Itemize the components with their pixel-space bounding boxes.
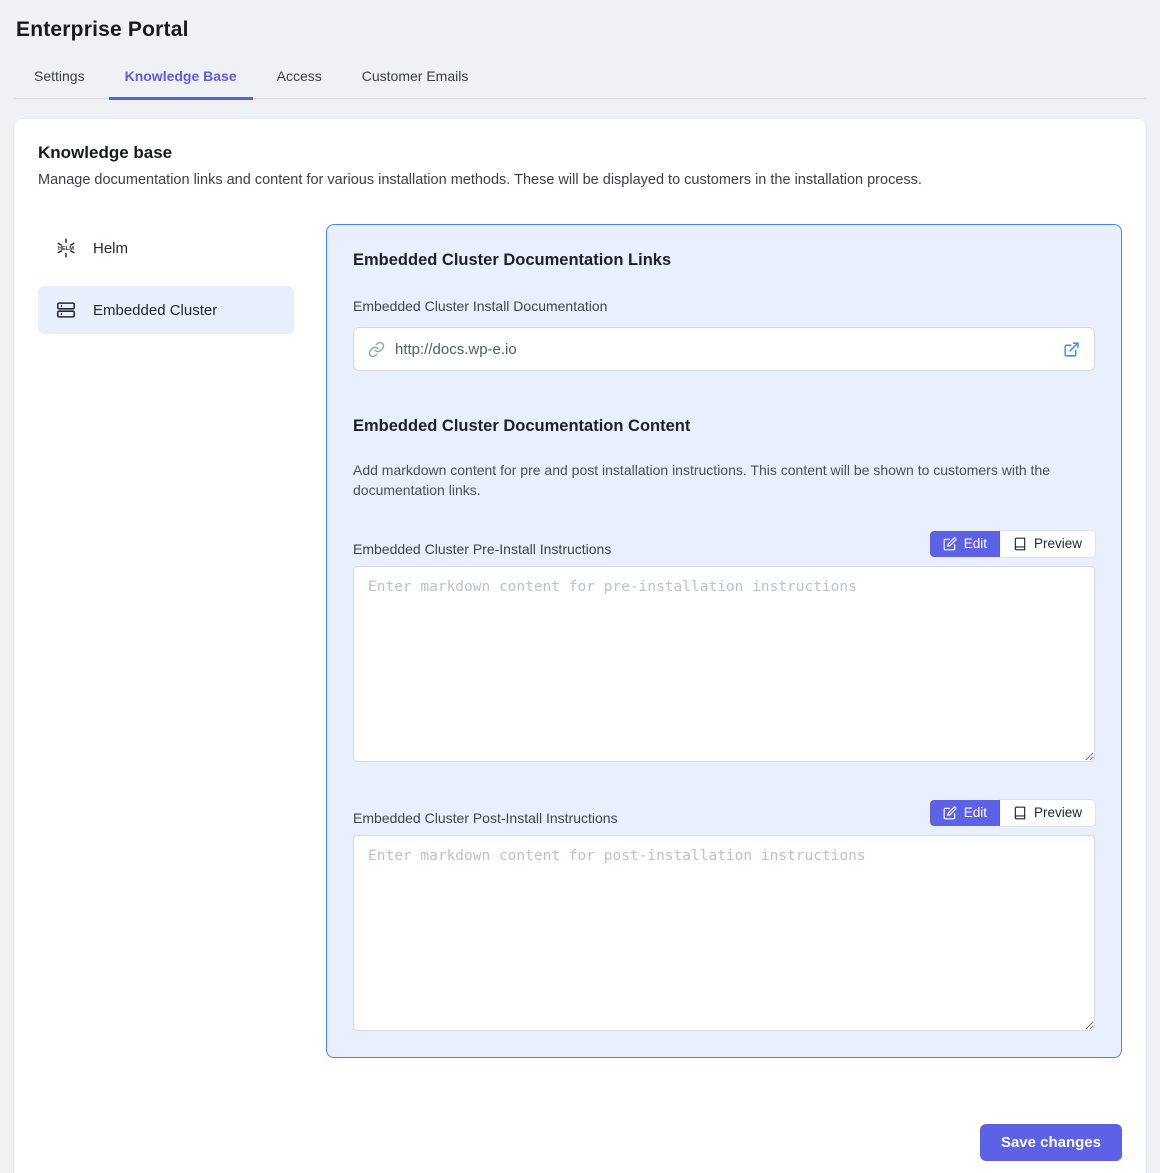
save-changes-button[interactable]: Save changes <box>980 1124 1122 1161</box>
embedded-cluster-panel: Embedded Cluster Documentation Links Emb… <box>326 224 1122 1058</box>
content-section-heading: Embedded Cluster Documentation Content <box>353 417 1095 436</box>
sidebar-item-label: Embedded Cluster <box>93 302 217 319</box>
pre-install-textarea[interactable] <box>353 566 1095 762</box>
tab-bar: Settings Knowledge Base Access Customer … <box>14 56 1146 99</box>
app-header: Enterprise Portal <box>0 0 1160 42</box>
pre-install-edit-button[interactable]: Edit <box>930 531 1000 557</box>
edit-button-label: Edit <box>964 536 987 551</box>
tab-settings[interactable]: Settings <box>18 56 101 100</box>
install-doc-label: Embedded Cluster Install Documentation <box>353 298 1095 314</box>
install-doc-input-wrap <box>353 327 1095 371</box>
content-section-description: Add markdown content for pre and post in… <box>353 460 1095 501</box>
pre-install-label: Embedded Cluster Pre-Install Instruction… <box>353 541 611 557</box>
post-install-mode-toggle: Edit Preview <box>930 800 1095 826</box>
post-install-edit-button[interactable]: Edit <box>930 800 1000 826</box>
link-icon <box>368 341 385 358</box>
install-method-nav: HELM Helm Embedded Cluster <box>38 224 294 348</box>
svg-text:HELM: HELM <box>58 246 74 252</box>
pre-install-mode-toggle: Edit Preview <box>930 531 1095 557</box>
page-title: Enterprise Portal <box>16 18 1144 42</box>
tab-knowledge-base[interactable]: Knowledge Base <box>109 56 253 100</box>
card-heading: Knowledge base <box>38 143 1122 163</box>
post-install-textarea[interactable] <box>353 835 1095 1031</box>
preview-book-icon <box>1013 537 1027 551</box>
sidebar-item-embedded-cluster[interactable]: Embedded Cluster <box>38 286 294 334</box>
pre-install-preview-button[interactable]: Preview <box>1000 531 1095 557</box>
sidebar-item-helm[interactable]: HELM Helm <box>38 224 294 272</box>
server-stack-icon <box>55 299 77 321</box>
sidebar-item-label: Helm <box>93 240 128 257</box>
external-link-icon[interactable] <box>1063 341 1080 358</box>
preview-button-label: Preview <box>1034 805 1082 820</box>
knowledge-base-card: Knowledge base Manage documentation link… <box>14 119 1146 1173</box>
install-doc-input[interactable] <box>395 341 1053 358</box>
edit-pencil-icon <box>943 537 957 551</box>
preview-button-label: Preview <box>1034 536 1082 551</box>
card-subtitle: Manage documentation links and content f… <box>38 172 1122 188</box>
links-section-heading: Embedded Cluster Documentation Links <box>353 251 1095 270</box>
tab-customer-emails[interactable]: Customer Emails <box>346 56 485 100</box>
helm-wheel-icon: HELM <box>55 237 77 259</box>
preview-book-icon <box>1013 806 1027 820</box>
edit-button-label: Edit <box>964 805 987 820</box>
post-install-label: Embedded Cluster Post-Install Instructio… <box>353 810 618 826</box>
edit-pencil-icon <box>943 806 957 820</box>
tab-access[interactable]: Access <box>261 56 338 100</box>
post-install-preview-button[interactable]: Preview <box>1000 800 1095 826</box>
